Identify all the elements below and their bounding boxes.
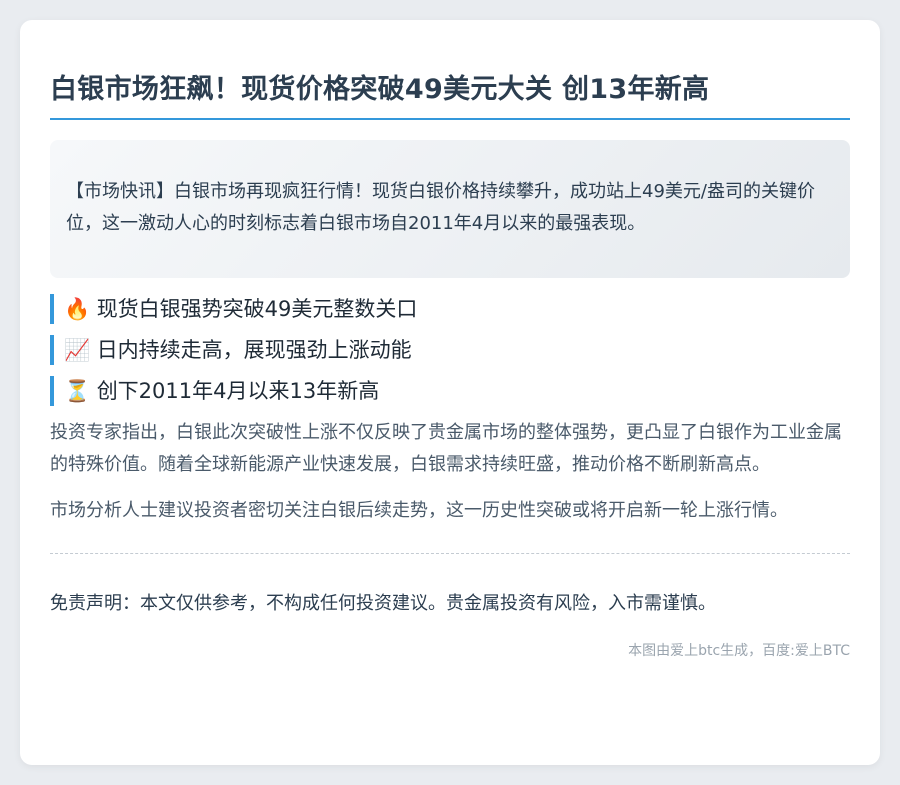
dashed-divider bbox=[50, 553, 850, 554]
lead-box: 【市场快讯】白银市场再现疯狂行情！现货白银价格持续攀升，成功站上49美元/盎司的… bbox=[50, 140, 850, 278]
key-point-text: 日内持续走高，展现强劲上涨动能 bbox=[96, 338, 412, 362]
key-points: 🔥 现货白银强势突破49美元整数关口 📈 日内持续走高，展现强劲上涨动能 ⏳ 创… bbox=[50, 294, 850, 406]
title-divider bbox=[50, 118, 850, 120]
body-paragraph: 市场分析人士建议投资者密切关注白银后续走势，这一历史性突破或将开启新一轮上涨行情… bbox=[50, 500, 788, 521]
article-card: 白银市场狂飙！现货价格突破49美元大关 创13年新高 【市场快讯】白银市场再现疯… bbox=[20, 20, 880, 765]
chart-increasing-icon: 📈 bbox=[64, 338, 91, 362]
fire-icon: 🔥 bbox=[64, 297, 91, 321]
key-point: 🔥 现货白银强势突破49美元整数关口 bbox=[50, 294, 850, 324]
key-point: 📈 日内持续走高，展现强劲上涨动能 bbox=[50, 335, 850, 365]
disclaimer: 免责声明：本文仅供参考，不构成任何投资建议。贵金属投资有风险，入市需谨慎。 bbox=[50, 593, 716, 614]
footer-credit: 本图由爱上btc生成，百度:爱上BTC bbox=[628, 643, 850, 659]
body-paragraph: 投资专家指出，白银此次突破性上涨不仅反映了贵金属市场的整体强势，更凸显了白银作为… bbox=[50, 422, 842, 475]
key-point-text: 创下2011年4月以来13年新高 bbox=[96, 379, 380, 403]
key-point: ⏳ 创下2011年4月以来13年新高 bbox=[50, 376, 850, 406]
hourglass-icon: ⏳ bbox=[64, 379, 91, 403]
article-title: 白银市场狂飙！现货价格突破49美元大关 创13年新高 bbox=[50, 74, 710, 105]
key-point-text: 现货白银强势突破49美元整数关口 bbox=[96, 297, 418, 321]
